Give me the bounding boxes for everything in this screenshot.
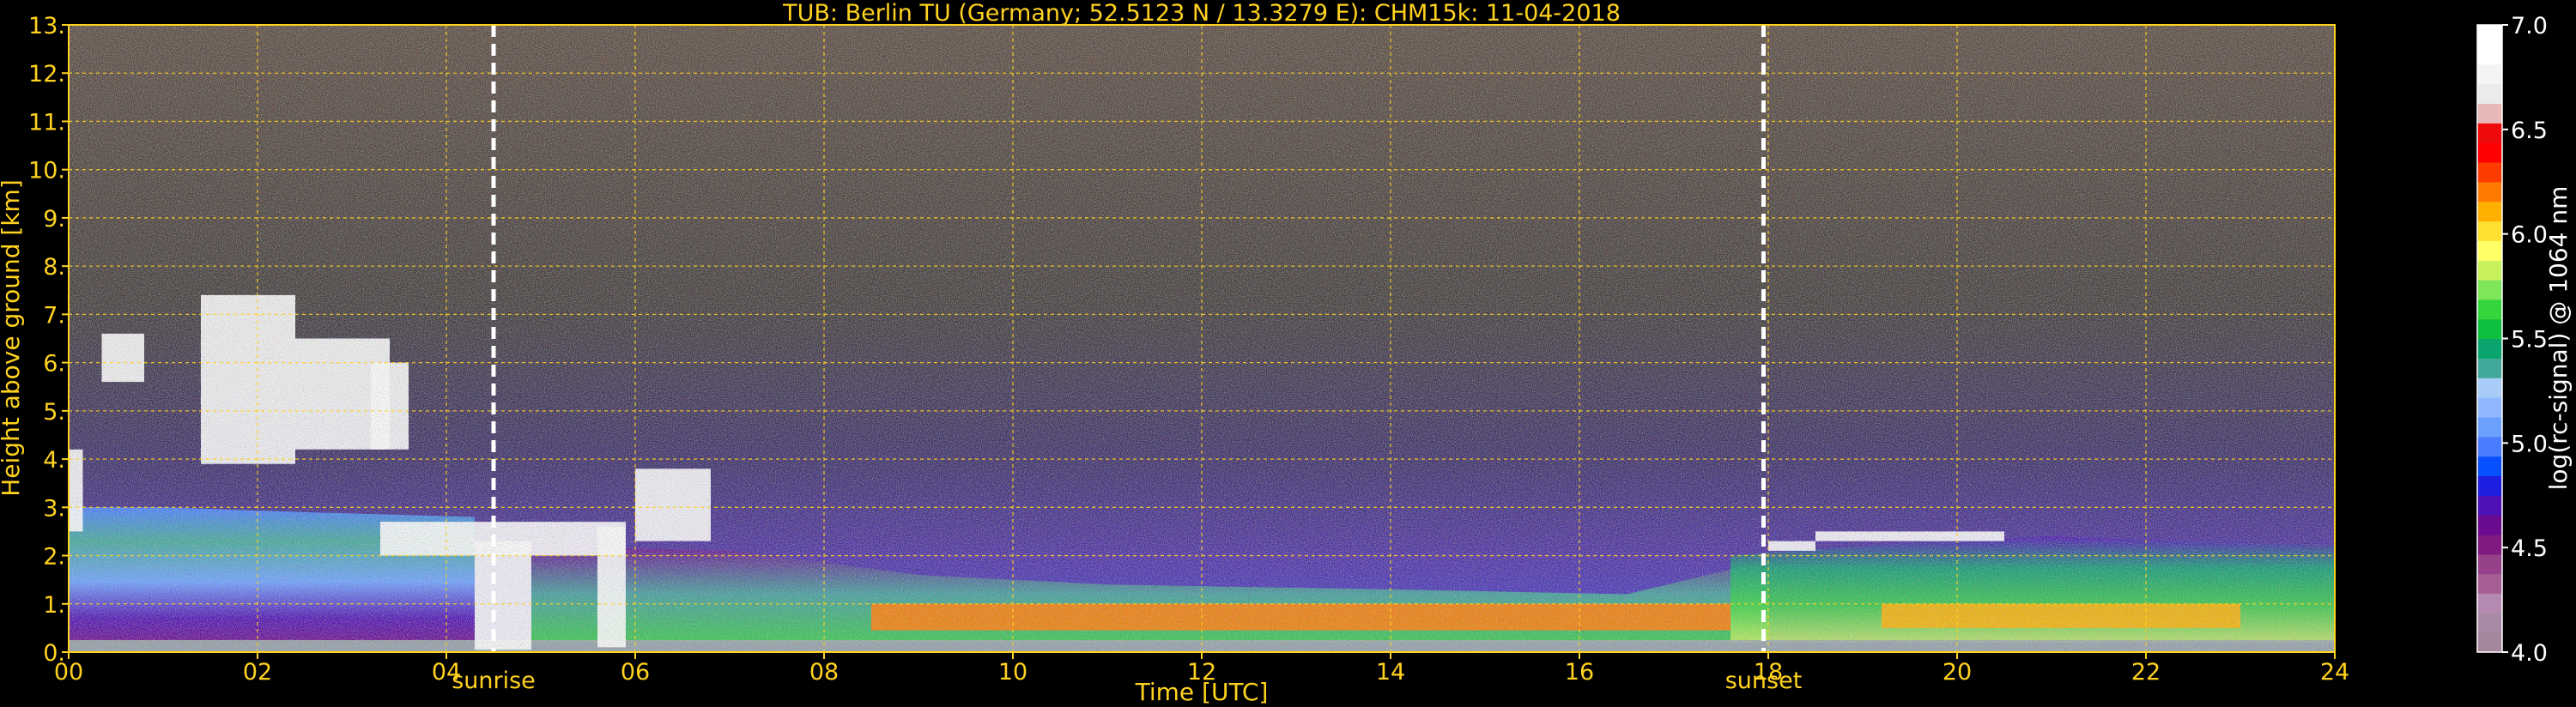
- colorbar-segment: [2477, 456, 2502, 477]
- colorbar-segment: [2477, 260, 2502, 281]
- lidar-quicklook-chart: sunrise sunset 00 02 04 06 08 10 12 14 16 18 20 22 24…: [0, 0, 2573, 706]
- colorbar-segment: [2477, 593, 2502, 613]
- colorbar-segment: [2477, 553, 2502, 575]
- colorbar-segment: [2477, 201, 2502, 222]
- y-tick-label: 3.: [43, 495, 65, 522]
- x-tick-label: 10: [998, 659, 1027, 686]
- colorbar-tick-label: 6.0: [2511, 222, 2548, 249]
- colorbar-segment: [2477, 63, 2502, 85]
- colorbar-segment: [2477, 279, 2502, 300]
- colorbar-segment: [2477, 475, 2502, 496]
- colorbar-segment: [2477, 221, 2502, 241]
- y-axis-ticks: 0. 1. 2. 3. 4. 5. 6. 7. 8. 9. 10. 11. 12. 13.: [28, 13, 69, 667]
- colorbar-tick-label: 5.5: [2511, 327, 2548, 354]
- y-tick-label: 11.: [28, 109, 65, 136]
- y-tick-label: 5.: [43, 399, 65, 426]
- x-tick-label: 14: [1376, 659, 1405, 686]
- y-tick-label: 0.: [43, 640, 65, 667]
- colorbar-segment: [2477, 397, 2502, 418]
- colorbar-segment: [2477, 318, 2502, 340]
- x-tick-label: 22: [2131, 659, 2161, 686]
- y-tick-label: 4.: [43, 447, 65, 474]
- colorbar-segment: [2477, 240, 2502, 261]
- y-axis-label: Height above ground [km]: [0, 179, 25, 497]
- x-tick-label: 06: [621, 659, 650, 686]
- x-axis-label: Time [UTC]: [1135, 678, 1269, 706]
- colorbar-segment: [2477, 123, 2502, 143]
- x-tick-label: 04: [432, 659, 461, 686]
- colorbar-segment: [2477, 358, 2502, 378]
- y-tick-label: 9.: [43, 206, 65, 233]
- x-tick-label: 20: [1943, 659, 1972, 686]
- annotation-label: sunrise: [452, 668, 536, 694]
- colorbar-segment: [2477, 495, 2502, 516]
- colorbar-segment: [2477, 416, 2502, 438]
- colorbar-segment: [2477, 632, 2502, 653]
- colorbar-tick-label: 5.0: [2511, 431, 2548, 457]
- colorbar-segment: [2477, 515, 2502, 535]
- plot-area: sunrise sunset: [68, 24, 2336, 694]
- y-tick-label: 1.: [43, 592, 65, 619]
- y-tick-label: 13.: [28, 13, 65, 39]
- y-tick-label: 10.: [28, 158, 65, 184]
- y-tick-label: 6.: [43, 351, 65, 378]
- x-tick-label: 08: [809, 659, 839, 686]
- colorbar-tick-label: 4.0: [2511, 640, 2548, 667]
- colorbar-segment: [2477, 613, 2502, 633]
- colorbar-segment: [2477, 436, 2502, 457]
- colorbar-segment: [2477, 573, 2502, 595]
- chart-title: TUB: Berlin TU (Germany; 52.5123 N / 13.…: [782, 0, 1621, 27]
- colorbar-tick-label: 4.5: [2511, 535, 2548, 562]
- colorbar-segment: [2477, 44, 2502, 65]
- colorbar-segment: [2477, 161, 2502, 183]
- y-tick-label: 7.: [43, 302, 65, 329]
- colorbar-tick-label: 6.5: [2511, 118, 2548, 144]
- colorbar: 4.0 4.5 5.0 5.5 6.0 6.5 7.0 log(rc-signal) @ 1…: [2476, 13, 2573, 667]
- colorbar-tick-label: 7.0: [2511, 13, 2548, 39]
- colorbar-segment: [2477, 378, 2502, 398]
- colorbar-segment: [2477, 142, 2502, 163]
- colorbar-ticks: 4.0 4.5 5.0 5.5 6.0 6.5 7.0: [2502, 13, 2548, 667]
- x-tick-label: 24: [2320, 659, 2349, 686]
- x-tick-label: 18: [1754, 659, 1783, 686]
- colorbar-segment: [2477, 83, 2502, 104]
- y-tick-label: 2.: [43, 544, 65, 571]
- x-tick-label: 16: [1565, 659, 1594, 686]
- colorbar-segment: [2477, 338, 2502, 359]
- colorbar-segment: [2477, 103, 2502, 124]
- colorbar-segment: [2477, 25, 2502, 45]
- colorbar-segments: [2477, 25, 2502, 653]
- colorbar-segment: [2477, 534, 2502, 555]
- noise-overlay: [69, 25, 2335, 652]
- colorbar-segment: [2477, 299, 2502, 320]
- colorbar-label: log(rc-signal) @ 1064 nm: [2544, 186, 2573, 491]
- x-tick-label: 02: [243, 659, 272, 686]
- y-tick-label: 12.: [28, 61, 65, 88]
- y-tick-label: 8.: [43, 254, 65, 281]
- colorbar-segment: [2477, 181, 2502, 202]
